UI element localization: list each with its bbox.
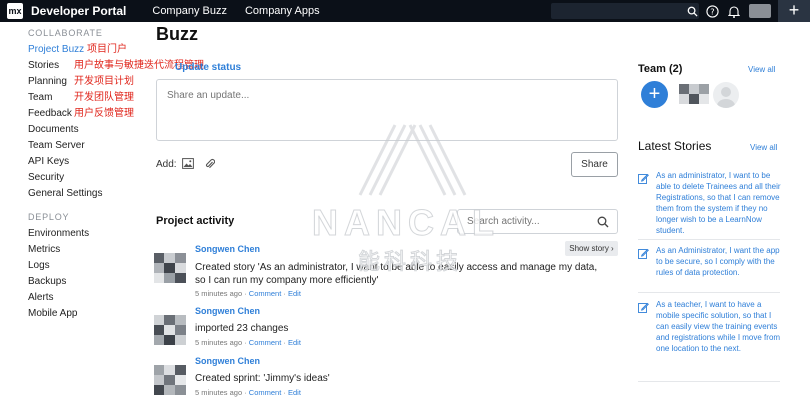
help-icon[interactable]: ? <box>704 3 720 19</box>
sidebar-item-security[interactable]: Security <box>28 170 228 186</box>
team-view-all-link[interactable]: View all <box>748 65 775 74</box>
activity-time: 5 minutes ago <box>195 338 243 347</box>
story-text[interactable]: As a teacher, I want to have a mobile sp… <box>656 299 782 354</box>
edit-story-icon <box>638 246 649 264</box>
nav-company-apps[interactable]: Company Apps <box>245 5 320 17</box>
sidebar-item-label: Feedback <box>28 108 72 119</box>
stories-view-all-link[interactable]: View all <box>750 143 777 152</box>
activity-author[interactable]: Songwen Chen <box>195 244 260 254</box>
avatar[interactable] <box>154 253 186 283</box>
section-title-collaborate: COLLABORATE <box>28 28 103 38</box>
notification-bell-icon[interactable] <box>726 3 742 19</box>
annotation-note: 用户反馈管理 <box>74 108 134 119</box>
sidebar-item-label: Planning <box>28 76 67 87</box>
activity-meta: 5 minutes ago · Comment · Edit <box>195 388 301 397</box>
annotation-note: 项目门户 <box>87 44 127 55</box>
team-member-avatar[interactable] <box>713 82 739 108</box>
comment-link[interactable]: Comment <box>249 289 282 298</box>
sidebar-item-label: Team <box>28 92 53 103</box>
divider <box>638 381 780 382</box>
annotation-note: 开发团队管理 <box>74 92 134 103</box>
activity-text: imported 23 changes <box>195 323 289 334</box>
svg-text:?: ? <box>710 6 714 16</box>
comment-link[interactable]: Comment <box>249 388 282 397</box>
team-member-avatar[interactable] <box>679 84 709 104</box>
activity-author[interactable]: Songwen Chen <box>195 356 260 366</box>
activity-time: 5 minutes ago <box>195 289 243 298</box>
avatar[interactable] <box>154 315 186 345</box>
edit-story-icon <box>638 300 649 318</box>
latest-stories-title: Latest Stories <box>638 139 712 153</box>
divider <box>638 292 780 293</box>
sidebar-item-project-buzz[interactable]: Project Buzz 项目门户 <box>28 42 228 58</box>
add-team-member-button[interactable]: + <box>641 81 668 108</box>
nav-company-buzz[interactable]: Company Buzz <box>152 5 227 17</box>
project-activity-title: Project activity <box>156 215 235 227</box>
portal-title[interactable]: Developer Portal <box>31 4 126 18</box>
sidebar-item-api-keys[interactable]: API Keys <box>28 154 228 170</box>
image-icon[interactable] <box>181 157 194 170</box>
annotation-note: 开发项目计划 <box>74 76 134 87</box>
search-icon[interactable] <box>597 215 609 233</box>
page-title: Buzz <box>156 24 198 44</box>
update-status-label: Update status <box>175 62 242 73</box>
story-text[interactable]: As an administrator, I want to be able t… <box>656 170 782 236</box>
share-button[interactable]: Share <box>571 152 618 177</box>
sidebar-item-label: Project Buzz <box>28 44 85 55</box>
divider <box>638 239 780 240</box>
activity-meta: 5 minutes ago · Comment · Edit <box>195 289 301 298</box>
app-logo[interactable]: mx <box>7 3 23 19</box>
activity-author[interactable]: Songwen Chen <box>195 306 260 316</box>
create-new-button[interactable]: + <box>778 0 810 22</box>
activity-item: Songwen Chen imported 23 changes 5 minut… <box>154 306 614 349</box>
activity-item: Songwen Chen Created sprint: 'Jimmy's id… <box>154 356 614 399</box>
activity-text: Created sprint: 'Jimmy's ideas' <box>195 373 330 384</box>
paperclip-icon[interactable] <box>203 157 216 170</box>
edit-story-icon <box>638 171 649 189</box>
add-attachment-label: Add: <box>156 159 177 170</box>
global-search-input[interactable] <box>551 3 699 19</box>
watermark-text: NANCAL <box>312 202 500 244</box>
activity-time: 5 minutes ago <box>195 388 243 397</box>
edit-link[interactable]: Edit <box>288 338 301 347</box>
update-status-input[interactable] <box>157 80 617 140</box>
edit-link[interactable]: Edit <box>288 289 301 298</box>
story-text[interactable]: As an Administrator, I want the app to b… <box>656 245 782 278</box>
avatar[interactable] <box>154 365 186 395</box>
edit-link[interactable]: Edit <box>288 388 301 397</box>
activity-meta: 5 minutes ago · Comment · Edit <box>195 338 301 347</box>
sidebar-item-general-settings[interactable]: General Settings <box>28 186 228 202</box>
sidebar-item-label: Stories <box>28 60 60 71</box>
comment-link[interactable]: Comment <box>249 338 282 347</box>
user-avatar[interactable] <box>749 4 771 18</box>
watermark-subtext: 能科科技 <box>357 249 463 275</box>
search-icon[interactable] <box>684 3 700 19</box>
team-title: Team (2) <box>638 63 683 75</box>
sidebar-item-environments[interactable]: Environments <box>28 226 228 242</box>
update-status-box[interactable] <box>156 79 618 141</box>
